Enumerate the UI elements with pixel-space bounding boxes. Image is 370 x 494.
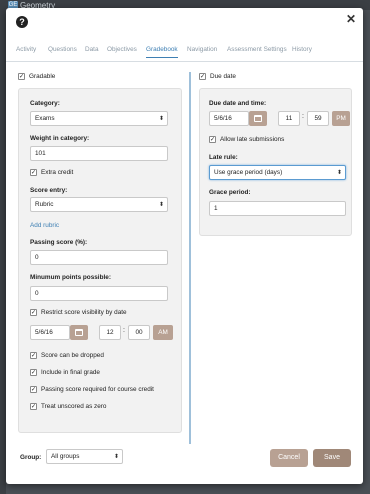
tab-gradebook[interactable]: Gradebook	[146, 46, 178, 58]
score-entry-label: Score entry:	[30, 187, 68, 194]
group-label: Group:	[20, 454, 42, 461]
minimum-points-value: 0	[35, 290, 39, 297]
include-final-grade-row[interactable]: ✓ Include in final grade	[30, 369, 100, 376]
check-icon[interactable]: ✓	[30, 309, 37, 316]
check-icon[interactable]: ✓	[30, 369, 37, 376]
restrict-minute-value: 00	[135, 329, 143, 336]
allow-late-label: Allow late submissions	[220, 136, 285, 144]
weight-input[interactable]: 101	[30, 146, 168, 161]
gradable-label: Gradable	[29, 73, 56, 81]
tab-data[interactable]: Data	[85, 46, 99, 53]
tab-activity[interactable]: Activity	[16, 46, 36, 53]
calendar-button[interactable]	[249, 111, 267, 126]
check-icon[interactable]: ✓	[30, 169, 37, 176]
help-circle-icon[interactable]: ?	[16, 16, 28, 28]
score-entry-value: Rubric	[35, 201, 54, 208]
category-value: Exams	[35, 115, 55, 122]
score-dropped-row[interactable]: ✓ Score can be dropped	[30, 352, 104, 359]
calendar-icon	[75, 329, 83, 336]
tab-history[interactable]: History	[292, 46, 312, 53]
tab-objectives[interactable]: Objectives	[107, 46, 137, 53]
due-minute-input[interactable]: 59	[307, 111, 329, 126]
cancel-button[interactable]: Cancel	[270, 449, 308, 467]
treat-unscored-label: Treat unscored as zero	[41, 403, 107, 411]
include-final-grade-label: Include in final grade	[41, 369, 100, 377]
gradebook-settings-modal: ? ✕ Activity Questions Data Objectives G…	[6, 8, 363, 484]
save-button[interactable]: Save	[313, 449, 351, 467]
group-select[interactable]: All groups ⬍	[46, 449, 123, 464]
due-hour-input[interactable]: 11	[278, 111, 300, 126]
due-date-panel: Due date and time: 5/6/16 11 : 59 PM ✓ Al…	[199, 88, 352, 236]
extra-credit-label: Extra credit	[41, 169, 74, 177]
score-entry-select[interactable]: Rubric ⬍	[30, 197, 168, 212]
updown-arrow-icon: ⬍	[113, 454, 119, 460]
calendar-button[interactable]	[70, 325, 88, 340]
check-icon[interactable]: ✓	[30, 352, 37, 359]
check-icon[interactable]: ✓	[199, 73, 206, 80]
tab-assessment-settings[interactable]: Assessment Settings	[227, 46, 287, 53]
late-rule-select[interactable]: Use grace period (days) ⬍	[209, 165, 346, 180]
weight-value: 101	[35, 150, 46, 157]
due-minute-value: 59	[314, 115, 322, 122]
add-rubric-link[interactable]: Add rubric	[30, 222, 59, 229]
grace-period-label: Grace period:	[209, 189, 251, 196]
tab-questions[interactable]: Questions	[48, 46, 77, 53]
due-date-input[interactable]: 5/6/16	[209, 111, 249, 126]
check-icon[interactable]: ✓	[209, 136, 216, 143]
score-dropped-label: Score can be dropped	[41, 352, 104, 360]
extra-credit-row[interactable]: ✓ Extra credit	[30, 169, 73, 176]
column-divider	[189, 72, 191, 444]
check-icon[interactable]: ✓	[18, 73, 25, 80]
minimum-points-label: Minumum points possible:	[30, 274, 111, 281]
restrict-date-input[interactable]: 5/6/16	[30, 325, 70, 340]
close-icon[interactable]: ✕	[346, 12, 356, 26]
group-value: All groups	[51, 453, 80, 460]
grace-period-input[interactable]: 1	[209, 201, 346, 216]
treat-unscored-row[interactable]: ✓ Treat unscored as zero	[30, 403, 106, 410]
time-colon: :	[302, 113, 304, 120]
restrict-ampm-toggle[interactable]: AM	[153, 325, 173, 340]
passing-required-label: Passing score required for course credit	[41, 386, 154, 394]
updown-arrow-icon: ⬍	[158, 202, 164, 208]
tab-navigation[interactable]: Navigation	[187, 46, 217, 53]
due-date-label: Due date	[210, 73, 236, 81]
restrict-date-value: 5/6/16	[35, 329, 53, 336]
restrict-visibility-row[interactable]: ✓ Restrict score visibility by date	[30, 309, 127, 316]
grace-period-value: 1	[214, 205, 218, 212]
due-hour-value: 11	[285, 115, 293, 122]
restrict-hour-value: 12	[106, 329, 114, 336]
passing-score-value: 0	[35, 254, 39, 261]
gradable-panel: Category: Exams ⬍ Weight in category: 10…	[18, 88, 182, 433]
due-date-value: 5/6/16	[214, 115, 232, 122]
passing-score-input[interactable]: 0	[30, 250, 168, 265]
calendar-icon	[254, 115, 262, 122]
restrict-hour-input[interactable]: 12	[99, 325, 121, 340]
weight-label: Weight in category:	[30, 135, 90, 142]
passing-required-row[interactable]: ✓ Passing score required for course credi…	[30, 386, 154, 393]
minimum-points-input[interactable]: 0	[30, 286, 168, 301]
due-ampm-toggle[interactable]: PM	[332, 111, 350, 126]
check-icon[interactable]: ✓	[30, 403, 37, 410]
updown-arrow-icon: ⬍	[336, 170, 342, 176]
late-rule-value: Use grace period (days)	[214, 169, 283, 176]
late-rule-label: Late rule:	[209, 154, 238, 161]
due-date-checkbox-row[interactable]: ✓ Due date	[199, 73, 236, 80]
restrict-minute-input[interactable]: 00	[128, 325, 150, 340]
category-label: Category:	[30, 100, 60, 107]
updown-arrow-icon: ⬍	[158, 116, 164, 122]
gradable-checkbox-row[interactable]: ✓ Gradable	[18, 73, 55, 80]
category-select[interactable]: Exams ⬍	[30, 111, 168, 126]
allow-late-row[interactable]: ✓ Allow late submissions	[209, 136, 284, 143]
due-date-time-label: Due date and time:	[209, 100, 267, 107]
passing-score-label: Passing score (%):	[30, 239, 88, 246]
tab-bar: Activity Questions Data Objectives Grade…	[6, 42, 363, 62]
check-icon[interactable]: ✓	[30, 386, 37, 393]
time-colon: :	[123, 327, 125, 334]
restrict-visibility-label: Restrict score visibility by date	[41, 309, 127, 317]
